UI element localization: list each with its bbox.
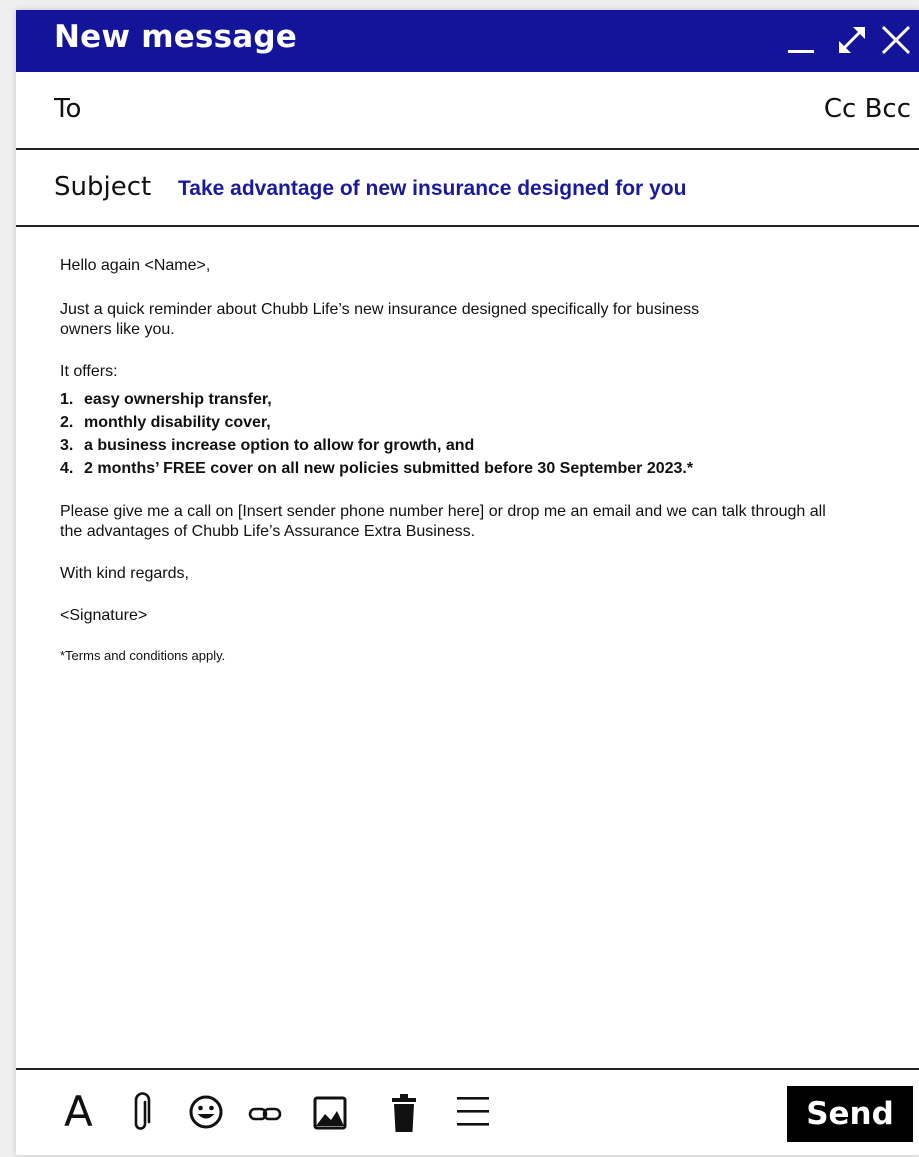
- intro-text: Just a quick reminder about Chubb Life’s…: [60, 301, 700, 338]
- close-icon: [881, 25, 911, 55]
- to-field[interactable]: [106, 88, 810, 130]
- subject-field[interactable]: Take advantage of new insurance designed…: [178, 177, 686, 201]
- expand-icon: [839, 27, 865, 53]
- message-body[interactable]: Hello again <Name>, Just a quick reminde…: [60, 256, 860, 664]
- list-item: 4. 2 months’ FREE cover on all new polici…: [60, 457, 860, 480]
- cc-link[interactable]: Cc: [824, 94, 856, 124]
- attach-button[interactable]: [129, 1092, 153, 1136]
- cc-bcc-links: Cc Bcc: [824, 94, 911, 124]
- list-item-number: 1.: [60, 391, 74, 408]
- emoji-icon: [189, 1095, 223, 1129]
- emoji-button[interactable]: [186, 1092, 226, 1136]
- image-icon: [313, 1096, 347, 1130]
- expand-button[interactable]: [834, 22, 870, 58]
- list-item: 1. easy ownership transfer,: [60, 388, 860, 411]
- list-item-number: 3.: [60, 437, 74, 454]
- signature-text: <Signature>: [60, 607, 148, 624]
- to-row: To Cc Bcc: [16, 72, 919, 150]
- call-to-action-text: Please give me a call on [Insert sender …: [60, 503, 826, 540]
- link-icon: [248, 1107, 282, 1121]
- bcc-link[interactable]: Bcc: [865, 94, 911, 124]
- compose-toolbar: A Send: [16, 1068, 919, 1157]
- list-item-text: easy ownership transfer,: [84, 391, 272, 408]
- list-item-number: 4.: [60, 460, 74, 477]
- link-button[interactable]: [246, 1092, 286, 1136]
- more-options-button[interactable]: [454, 1092, 492, 1136]
- compose-window: New message To Cc Bcc Subject Take advan…: [16, 10, 919, 1155]
- greeting-text: Hello again <Name>,: [60, 257, 211, 274]
- minimize-icon: [788, 50, 814, 53]
- list-item: 2. monthly disability cover,: [60, 411, 860, 434]
- more-options-icon: [457, 1097, 489, 1126]
- font-format-icon: A: [64, 1087, 93, 1136]
- close-button[interactable]: [878, 22, 914, 58]
- list-item-text: monthly disability cover,: [84, 414, 271, 431]
- attachment-icon: [134, 1092, 151, 1130]
- trash-icon: [392, 1094, 416, 1132]
- font-format-button[interactable]: A: [64, 1088, 93, 1136]
- compose-title: New message: [54, 19, 297, 55]
- subject-row: Subject Take advantage of new insurance …: [16, 150, 919, 227]
- insert-image-button[interactable]: [312, 1092, 350, 1136]
- list-item-number: 2.: [60, 414, 74, 431]
- to-label: To: [54, 94, 82, 124]
- subject-label: Subject: [54, 172, 152, 202]
- list-item-text: a business increase option to allow for …: [84, 437, 475, 454]
- terms-text: *Terms and conditions apply.: [60, 648, 226, 663]
- offers-intro-text: It offers:: [60, 363, 118, 380]
- discard-button[interactable]: [388, 1092, 422, 1136]
- list-item-text: 2 months’ FREE cover on all new policies…: [84, 460, 694, 477]
- minimize-button[interactable]: [784, 22, 820, 58]
- list-item: 3. a business increase option to allow fo…: [60, 434, 860, 457]
- send-button[interactable]: Send: [787, 1086, 913, 1142]
- compose-titlebar: New message: [16, 10, 919, 72]
- offer-list: 1. easy ownership transfer, 2. monthly dis…: [60, 388, 860, 480]
- regards-text: With kind regards,: [60, 565, 189, 582]
